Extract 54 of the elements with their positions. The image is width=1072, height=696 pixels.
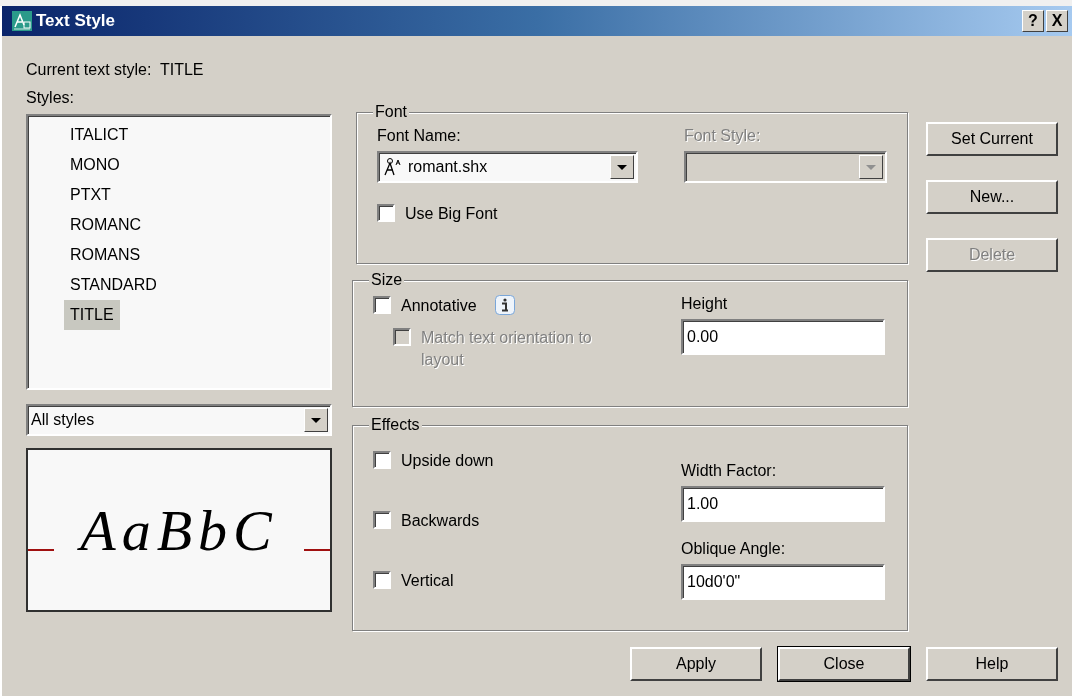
checkbox[interactable] — [373, 511, 391, 529]
group-title: Font — [373, 103, 409, 120]
checkbox-label: Use Big Font — [405, 204, 498, 224]
style-item[interactable]: MONO — [64, 150, 126, 180]
footer-button[interactable]: Help — [926, 647, 1058, 681]
side-button[interactable]: Set Current — [926, 122, 1058, 156]
footer-button[interactable]: Close — [778, 647, 910, 681]
checkbox[interactable] — [373, 296, 391, 314]
footer-button[interactable]: Apply — [630, 647, 762, 681]
field-label: Font Name: — [377, 126, 462, 146]
font-icon — [382, 157, 402, 177]
dropdown-arrow-button[interactable] — [609, 155, 634, 179]
style-item[interactable]: ROMANS — [64, 240, 147, 270]
checkbox-label: Match text orientation to layout — [421, 328, 593, 370]
group-title: Effects — [369, 416, 422, 433]
style-filter-dropdown[interactable]: All styles — [26, 404, 332, 436]
checkbox-label: Annotative — [401, 296, 477, 316]
field-label: Width Factor: — [681, 461, 778, 481]
oblique-angle-field[interactable]: 10d0'0" — [681, 564, 885, 600]
baseline-line — [304, 549, 330, 551]
checkbox-label: Upside down — [401, 451, 494, 471]
field-label: Font Style: — [683, 126, 762, 146]
caret-icon — [616, 164, 627, 170]
field-label: Height — [681, 294, 729, 314]
style-item[interactable]: ROMANC — [64, 210, 148, 240]
field-label: Oblique Angle: — [681, 539, 787, 559]
style-item[interactable]: PTXT — [64, 180, 117, 210]
window-title: Text Style — [36, 11, 117, 31]
side-button[interactable]: New... — [926, 180, 1058, 214]
style-item[interactable]: ITALICT — [64, 120, 135, 150]
info-icon — [494, 295, 515, 315]
styles-list[interactable]: ITALICT MONO PTXT ROMANC ROMANS STANDARD TITLE — [26, 114, 332, 390]
checkbox-label: Backwards — [401, 511, 480, 531]
app-icon — [12, 11, 32, 31]
title-bar-button[interactable]: ? — [1022, 10, 1044, 32]
checkbox[interactable] — [373, 571, 391, 589]
caret-icon — [311, 417, 321, 423]
baseline-line — [28, 549, 54, 551]
style-item[interactable]: TITLE — [64, 300, 120, 330]
current-style-text: Current text style: TITLE — [26, 61, 204, 78]
caret-icon — [866, 164, 876, 170]
group-title: Size — [369, 271, 405, 288]
checkbox[interactable] — [377, 204, 395, 222]
width-factor-field[interactable]: 1.00 — [681, 486, 885, 522]
dropdown-arrow-button[interactable] — [304, 408, 328, 432]
style-item[interactable]: STANDARD — [64, 270, 163, 300]
side-button: Delete — [926, 238, 1058, 272]
title-bar-button[interactable]: X — [1046, 10, 1068, 32]
height-field[interactable]: 0.00 — [681, 319, 885, 355]
styles-label: Styles: — [26, 89, 74, 106]
checkbox[interactable] — [373, 451, 391, 469]
font-name-dropdown[interactable]: romant.shx — [377, 151, 638, 183]
preview-text: AaBbC — [54, 496, 304, 564]
checkbox-label: Vertical — [401, 571, 454, 591]
